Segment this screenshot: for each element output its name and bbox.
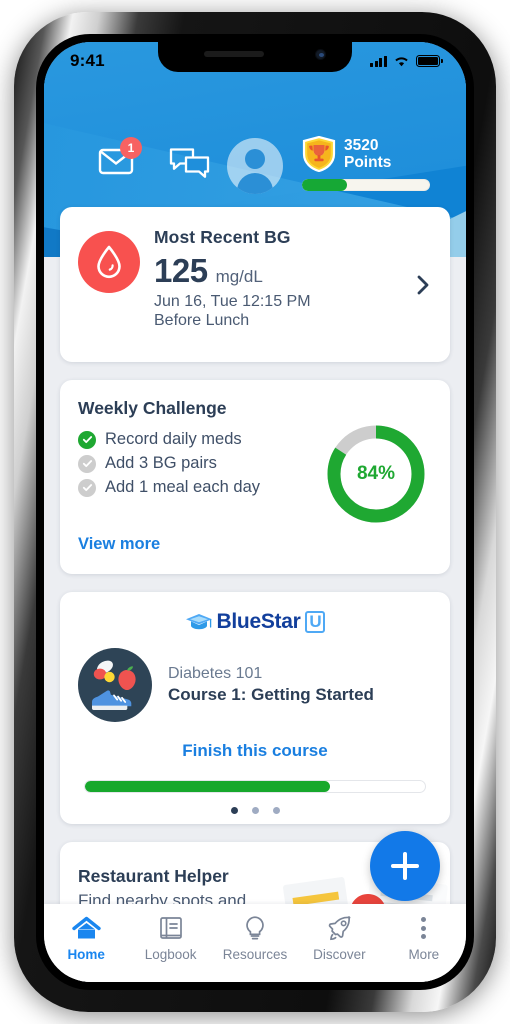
graduation-cap-icon xyxy=(185,614,212,630)
nav-item-resources[interactable]: Resources xyxy=(213,914,297,962)
status-icons xyxy=(370,55,443,67)
bg-card-title: Most Recent BG xyxy=(154,227,291,247)
check-pending-icon xyxy=(78,454,96,473)
phone-body: 9:41 1 3520 Points Most Recent BG 125 mg… xyxy=(36,34,474,990)
course-row: Diabetes 101 Course 1: Getting Started xyxy=(78,648,432,722)
health-lifestyle-icon xyxy=(78,648,152,722)
nav-label-discover: Discover xyxy=(313,947,366,962)
donut-percent-label: 84% xyxy=(356,463,396,484)
bluestar-u-mark: U xyxy=(305,611,326,633)
carousel-dot[interactable] xyxy=(230,807,238,814)
chevron-right-icon[interactable] xyxy=(417,275,430,300)
nav-item-logbook[interactable]: Logbook xyxy=(128,914,212,962)
earpiece-speaker xyxy=(204,51,264,57)
bottom-navigation: Home Logbook Resources Discover More xyxy=(44,904,466,982)
course-name: Course 1: Getting Started xyxy=(168,685,374,704)
device-notch xyxy=(158,42,352,72)
bg-datetime: Jun 16, Tue 12:15 PM xyxy=(154,293,311,310)
challenge-item-label: Record daily meds xyxy=(105,430,242,448)
add-button[interactable] xyxy=(370,831,440,901)
blood-drop-icon xyxy=(78,231,140,293)
phone-frame: 9:41 1 3520 Points Most Recent BG 125 mg… xyxy=(14,12,496,1012)
battery-icon xyxy=(416,55,443,67)
carousel-dots[interactable] xyxy=(78,807,432,814)
nav-label-home: Home xyxy=(67,947,105,962)
weekly-challenge-card[interactable]: Weekly Challenge Record daily meds Add 3… xyxy=(60,380,450,574)
plus-icon xyxy=(403,852,407,880)
course-progress-fill xyxy=(85,781,330,792)
nav-item-home[interactable]: Home xyxy=(44,914,128,962)
nav-item-discover[interactable]: Discover xyxy=(297,914,381,962)
bg-unit: mg/dL xyxy=(215,267,263,286)
carousel-dot[interactable] xyxy=(272,807,280,814)
bg-value: 125 xyxy=(154,252,208,289)
nav-label-logbook: Logbook xyxy=(144,947,197,962)
check-done-icon xyxy=(78,430,96,449)
phone-screen: 9:41 1 3520 Points Most Recent BG 125 mg… xyxy=(44,42,466,982)
home-icon xyxy=(72,914,101,942)
more-dots-icon xyxy=(421,914,427,942)
challenge-title: Weekly Challenge xyxy=(78,398,227,418)
course-progress-bar xyxy=(84,780,426,793)
course-subtitle: Diabetes 101 xyxy=(168,665,263,682)
front-camera xyxy=(315,49,326,60)
bluestar-wordmark: BlueStar xyxy=(216,610,301,633)
lightbulb-icon xyxy=(243,914,267,942)
most-recent-bg-card[interactable]: Most Recent BG 125 mg/dL Jun 16, Tue 12:… xyxy=(60,207,450,362)
rocket-icon xyxy=(326,914,353,942)
wifi-icon xyxy=(395,57,408,67)
view-more-link[interactable]: View more xyxy=(78,535,160,554)
bg-context: Before Lunch xyxy=(154,312,250,329)
status-time: 9:41 xyxy=(70,51,105,70)
course-text: Diabetes 101 Course 1: Getting Started xyxy=(168,665,374,705)
bluestar-course-card[interactable]: BlueStar U Diabetes 101 Course 1: Gettin… xyxy=(60,592,450,824)
challenge-item-label: Add 1 meal each day xyxy=(105,478,261,496)
cellular-signal-icon xyxy=(370,55,387,67)
nav-item-more[interactable]: More xyxy=(382,914,466,962)
challenge-progress-donut: 84% xyxy=(324,422,428,526)
book-icon xyxy=(158,914,184,942)
nav-label-more: More xyxy=(408,947,440,962)
challenge-item-label: Add 3 BG pairs xyxy=(105,454,217,472)
check-pending-icon xyxy=(78,478,96,497)
bluestar-logo: BlueStar U xyxy=(78,610,432,634)
nav-label-resources: Resources xyxy=(222,947,288,962)
finish-course-link[interactable]: Finish this course xyxy=(78,741,432,761)
bg-value-row: 125 mg/dL xyxy=(154,252,432,290)
bg-info: Most Recent BG 125 mg/dL Jun 16, Tue 12:… xyxy=(154,227,432,330)
carousel-dot[interactable] xyxy=(251,807,259,814)
